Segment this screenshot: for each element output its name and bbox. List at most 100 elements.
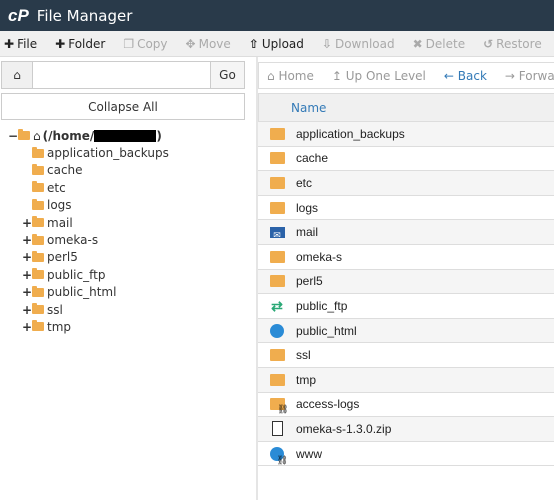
file-row[interactable]: tmp xyxy=(258,367,554,393)
expand-icon[interactable]: + xyxy=(22,233,32,247)
restore-icon: ↺ xyxy=(483,36,494,51)
tree-item[interactable]: + tmp xyxy=(8,318,248,335)
button-label: Copy xyxy=(137,36,168,51)
file-name: cache xyxy=(296,151,329,166)
plus-icon: ✚ xyxy=(4,36,15,51)
folder-icon xyxy=(32,268,44,280)
file-row[interactable]: omeka-s xyxy=(258,245,554,270)
collapse-all-button[interactable]: Collapse All xyxy=(1,93,245,120)
file-name: application_backups xyxy=(296,126,405,141)
folder-icon xyxy=(269,176,285,189)
file-row[interactable]: perl5 xyxy=(258,269,554,295)
folder-icon xyxy=(32,285,44,297)
tree-item[interactable]: + ssl xyxy=(8,301,248,318)
file-row[interactable]: ⛓ www xyxy=(258,442,554,467)
tree-item[interactable]: cache xyxy=(8,162,248,179)
expand-icon[interactable]: + xyxy=(22,268,32,282)
tree-item[interactable]: + perl5 xyxy=(8,249,248,266)
app-header: cP File Manager xyxy=(0,0,554,31)
file-row[interactable]: ✉ mail xyxy=(258,220,554,245)
file-row[interactable]: omeka-s-1.3.0.zip xyxy=(258,417,554,442)
file-row[interactable]: ⛓ access-logs xyxy=(258,393,554,418)
folder-link-icon: ⛓ xyxy=(269,398,289,414)
move-button[interactable]: ✥ Move xyxy=(186,37,231,51)
go-button[interactable]: Go xyxy=(210,62,244,88)
expand-icon[interactable]: + xyxy=(22,216,32,230)
tree-item[interactable]: application_backups xyxy=(8,144,248,161)
file-row[interactable]: application_backups xyxy=(258,122,554,147)
collapse-icon[interactable]: − xyxy=(8,129,18,143)
tree-item-label: mail xyxy=(47,215,73,230)
expand-icon[interactable]: + xyxy=(22,250,32,264)
tree-item-label: etc xyxy=(47,180,66,195)
file-row[interactable]: logs xyxy=(258,196,554,221)
file-button[interactable]: ✚ File xyxy=(4,37,37,51)
file-name: www xyxy=(296,446,322,461)
tree-item-label: application_backups xyxy=(47,146,169,161)
restore-button[interactable]: ↺ Restore xyxy=(483,37,542,51)
redacted-username xyxy=(94,129,157,142)
tree-item[interactable]: logs xyxy=(8,197,248,214)
tree-root[interactable]: − ⌂ (/home/ ) xyxy=(8,127,248,144)
file-row[interactable]: etc xyxy=(258,171,554,196)
expand-icon[interactable]: + xyxy=(22,320,32,334)
nav-bar: ⌂ Home ↥ Up One Level ← Back → Forward xyxy=(258,62,554,89)
copy-button[interactable]: ❐ Copy xyxy=(123,37,167,51)
button-label: Restore xyxy=(496,36,542,51)
button-label: Folder xyxy=(68,36,106,51)
tree-item[interactable]: + omeka-s xyxy=(8,231,248,248)
cpanel-logo: cP xyxy=(8,5,29,25)
tree-root-label: (/home/ xyxy=(42,128,95,143)
file-row[interactable]: ⇄ public_ftp xyxy=(258,294,554,319)
nav-forward-button[interactable]: → Forward xyxy=(505,69,554,83)
tree-item-label: omeka-s xyxy=(47,233,99,248)
file-name: perl5 xyxy=(296,274,323,289)
file-row[interactable]: public_html xyxy=(258,318,554,344)
nav-up-button[interactable]: ↥ Up One Level xyxy=(332,69,426,83)
tree-item[interactable]: + public_html xyxy=(8,284,248,301)
file-name: ssl xyxy=(296,348,311,363)
file-list: application_backups cache etc logs ✉ mail omek… xyxy=(258,122,554,467)
tree-item[interactable]: etc xyxy=(8,179,248,196)
file-row[interactable]: ssl xyxy=(258,343,554,368)
tree-item[interactable]: + mail xyxy=(8,214,248,231)
folder-icon xyxy=(32,303,44,315)
folder-icon xyxy=(32,181,44,193)
path-input[interactable] xyxy=(33,62,210,88)
delete-button[interactable]: ✖ Delete xyxy=(413,37,466,51)
upload-button[interactable]: ⇧ Upload xyxy=(249,37,304,51)
tree-item-label: public_html xyxy=(47,285,117,300)
folder-icon xyxy=(269,127,285,140)
file-row[interactable]: cache xyxy=(258,147,554,172)
folder-icon xyxy=(269,152,285,165)
home-icon[interactable]: ⌂ xyxy=(2,62,33,88)
tree-item-label: ssl xyxy=(47,302,63,317)
globe-icon xyxy=(270,323,284,338)
folder-icon xyxy=(32,233,44,245)
expand-icon[interactable]: + xyxy=(22,285,32,299)
column-header-name[interactable]: Name xyxy=(258,93,554,122)
tree-item-label: tmp xyxy=(47,319,72,334)
folder-icon xyxy=(32,216,44,228)
folder-icon xyxy=(32,320,44,332)
file-name: public_ftp xyxy=(296,298,348,313)
toolbar: ✚ File ✚ Folder ❐ Copy ✥ Move ⇧ Upload ⇩ Download ✖ D… xyxy=(0,31,554,57)
tree-item[interactable]: + public_ftp xyxy=(8,266,248,283)
app-title: File Manager xyxy=(36,6,133,25)
tree-item-label: logs xyxy=(47,198,72,213)
nav-home-button[interactable]: ⌂ Home xyxy=(267,69,314,83)
button-label: Download xyxy=(334,36,395,51)
tree-item-label: perl5 xyxy=(47,250,78,265)
tree-item-label: cache xyxy=(47,163,83,178)
download-button[interactable]: ⇩ Download xyxy=(322,37,395,51)
home-icon: ⌂ xyxy=(33,128,41,143)
folder-icon xyxy=(269,250,285,263)
folder-button[interactable]: ✚ Folder xyxy=(55,37,105,51)
expand-icon[interactable]: + xyxy=(22,303,32,317)
folder-icon xyxy=(32,163,44,175)
button-label: Move xyxy=(198,36,231,51)
folder-icon xyxy=(32,146,44,158)
nav-back-button[interactable]: ← Back xyxy=(444,69,487,83)
move-icon: ✥ xyxy=(185,36,196,51)
open-folder-icon xyxy=(18,129,30,141)
